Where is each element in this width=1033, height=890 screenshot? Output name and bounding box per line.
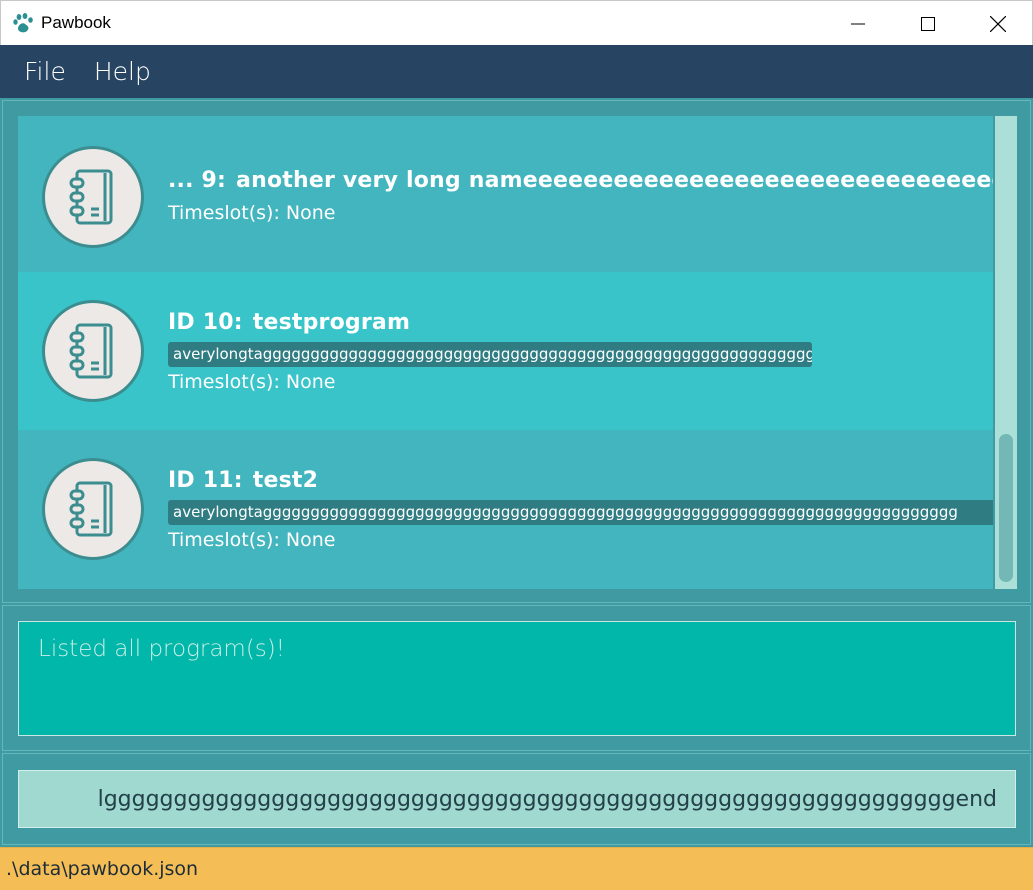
result-message: Listed all program(s)!	[38, 636, 285, 662]
maximize-button[interactable]	[893, 1, 963, 46]
program-timeslots: Timeslot(s): None	[168, 202, 336, 224]
notebook-icon	[42, 458, 144, 560]
close-button[interactable]	[963, 1, 1033, 46]
program-list-panel: ... 9: another very long nameeeeeeeeeeeee…	[2, 100, 1031, 603]
program-tag: averylongtaggggggggggggggggggggggggggggg…	[168, 342, 812, 367]
save-file-path: .\data\pawbook.json	[6, 858, 199, 880]
program-id: ... 9:	[168, 168, 227, 193]
program-timeslots: Timeslot(s): None	[168, 529, 336, 551]
maximize-icon	[921, 16, 935, 31]
notebook-icon	[42, 146, 144, 248]
program-title: ... 9: another very long nameeeeeeeeeeeee…	[168, 168, 993, 193]
result-panel: Listed all program(s)!	[2, 605, 1031, 751]
program-name: testprogram	[252, 310, 411, 335]
program-title: ID 11: test2	[168, 468, 318, 493]
minimize-icon	[851, 23, 865, 24]
program-id: ID 11:	[168, 468, 243, 493]
result-display: Listed all program(s)!	[18, 621, 1016, 736]
title-bar: Pawbook	[0, 0, 1033, 45]
program-name: another very long nameeeeeeeeeeeeeeeeeee…	[236, 168, 993, 193]
status-bar: .\data\pawbook.json	[0, 847, 1033, 890]
paw-icon	[13, 13, 33, 33]
program-card[interactable]: ... 9: another very long nameeeeeeeeeeeee…	[18, 116, 993, 272]
program-timeslots: Timeslot(s): None	[168, 371, 336, 393]
program-id: ID 10:	[168, 310, 243, 335]
program-name: test2	[252, 468, 319, 493]
scrollbar-thumb[interactable]	[999, 434, 1013, 582]
command-panel	[2, 753, 1031, 845]
minimize-button[interactable]	[823, 1, 893, 46]
program-title: ID 10: testprogram	[168, 310, 410, 335]
window-title: Pawbook	[41, 13, 111, 32]
main-area: ... 9: another very long nameeeeeeeeeeeee…	[0, 98, 1033, 847]
program-list-scrollbar[interactable]	[995, 116, 1017, 589]
program-list[interactable]: ... 9: another very long nameeeeeeeeeeeee…	[18, 116, 993, 589]
program-card[interactable]: ID 11: test2 averylongtaggggggggggggggggg…	[18, 430, 993, 589]
program-card[interactable]: ID 10: testprogram averylongtaggggggggggg…	[18, 272, 993, 430]
menu-help[interactable]: Help	[94, 57, 151, 86]
close-icon	[990, 15, 1006, 32]
menu-bar: File Help	[0, 45, 1033, 98]
notebook-icon	[42, 300, 144, 402]
program-tag: averylongtaggggggggggggggggggggggggggggg…	[168, 500, 993, 525]
menu-file[interactable]: File	[24, 57, 66, 86]
command-input[interactable]	[18, 770, 1016, 828]
